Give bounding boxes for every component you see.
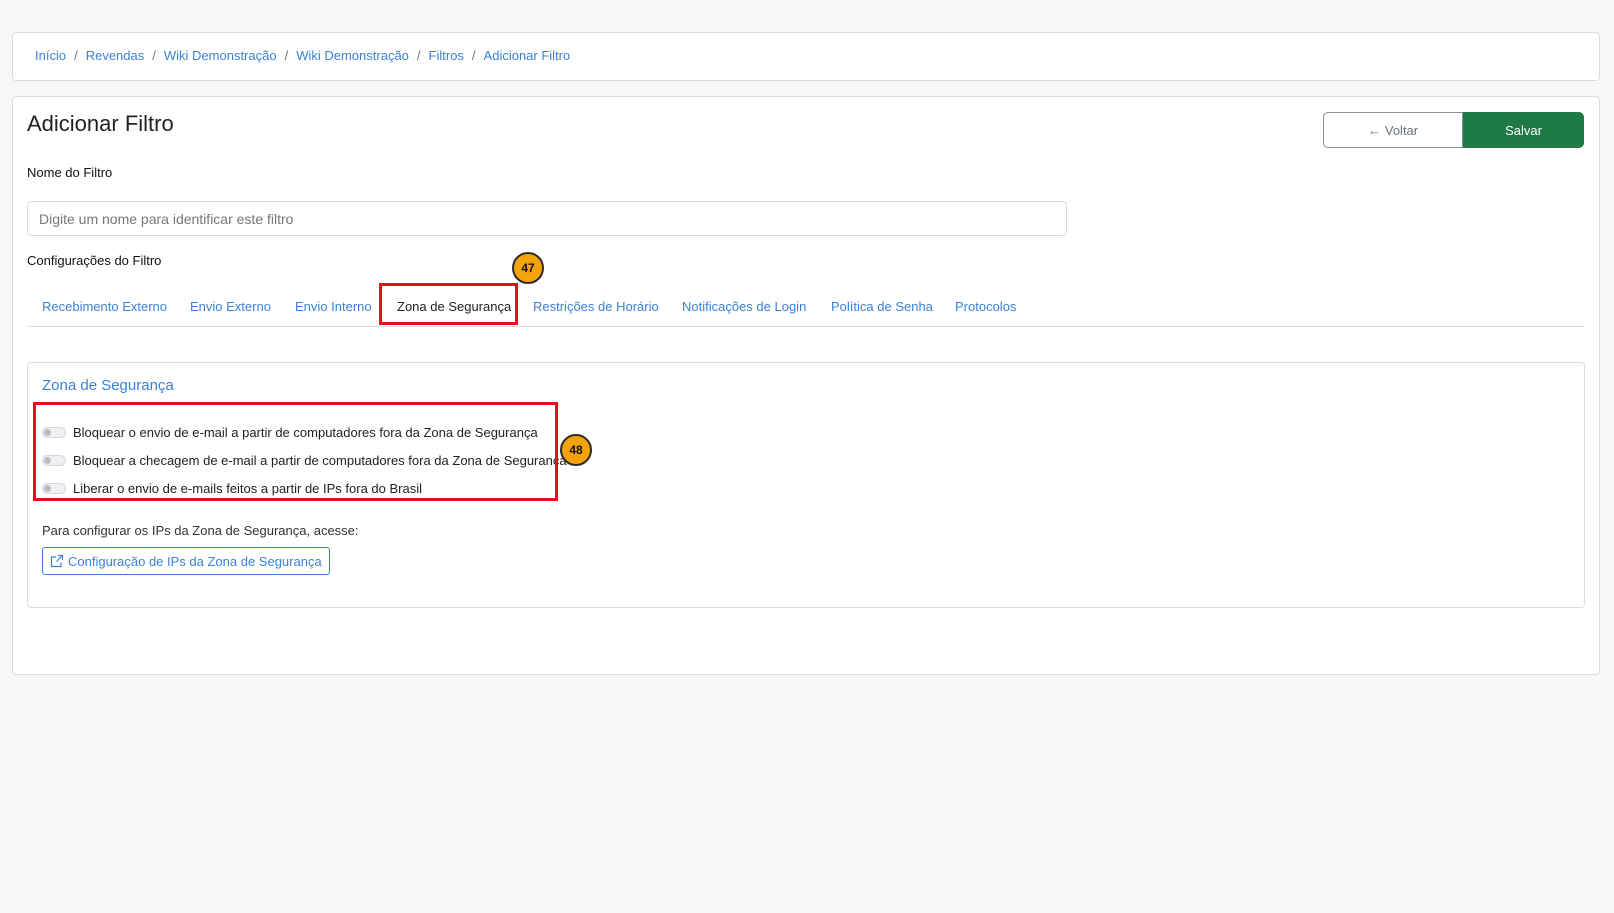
- breadcrumb-item-adicionar-filtro[interactable]: Adicionar Filtro: [484, 48, 571, 63]
- back-button[interactable]: ← Voltar: [1323, 112, 1463, 148]
- security-zone-ips-link-label: Configuração de IPs da Zona de Segurança: [68, 553, 322, 569]
- breadcrumb-item-wiki-2[interactable]: Wiki Demonstração: [296, 48, 409, 63]
- arrow-left-icon: ←: [1367, 122, 1381, 138]
- security-zone-ips-link[interactable]: Configuração de IPs da Zona de Segurança: [42, 547, 330, 575]
- annotation-badge-48: 48: [560, 434, 592, 466]
- tab-recebimento-externo[interactable]: Recebimento Externo: [42, 299, 167, 314]
- breadcrumb-item-revendas[interactable]: Revendas: [86, 48, 145, 63]
- tab-envio-interno[interactable]: Envio Interno: [295, 299, 372, 314]
- filter-tabs: Recebimento Externo Envio Externo Envio …: [27, 287, 1585, 327]
- breadcrumb: Início / Revendas / Wiki Demonstração / Wiki D…: [35, 48, 570, 63]
- breadcrumb-separator: /: [152, 48, 156, 63]
- security-zone-note: Para configurar os IPs da Zona de Segura…: [42, 523, 359, 538]
- save-button[interactable]: Salvar: [1463, 112, 1584, 148]
- tab-notificacoes-de-login[interactable]: Notificações de Login: [682, 299, 806, 314]
- active-tab-highlight: [379, 283, 518, 325]
- back-button-label: Voltar: [1384, 122, 1419, 138]
- tab-envio-externo[interactable]: Envio Externo: [190, 299, 271, 314]
- breadcrumb-item-filtros[interactable]: Filtros: [429, 48, 464, 63]
- tab-protocolos[interactable]: Protocolos: [955, 299, 1016, 314]
- external-link-icon: [50, 554, 64, 568]
- breadcrumb-separator: /: [284, 48, 289, 63]
- breadcrumb-item-inicio[interactable]: Início: [35, 48, 66, 63]
- breadcrumb-separator: /: [471, 48, 476, 63]
- tab-restricoes-de-horario[interactable]: Restrições de Horário: [533, 299, 659, 314]
- page-title: Adicionar Filtro: [27, 111, 174, 136]
- main-card: Adicionar Filtro ← Voltar Salvar Nome do…: [12, 96, 1600, 675]
- annotation-badge-47: 47: [512, 252, 544, 284]
- filter-name-input[interactable]: [27, 201, 1067, 236]
- filter-config-label: Configurações do Filtro: [27, 253, 162, 268]
- breadcrumb-separator: /: [74, 48, 78, 63]
- tab-politica-de-senha[interactable]: Política de Senha: [831, 299, 933, 314]
- breadcrumb-item-wiki-1[interactable]: Wiki Demonstração: [164, 48, 277, 63]
- filter-name-label: Nome do Filtro: [27, 165, 113, 180]
- options-highlight: [33, 402, 558, 501]
- breadcrumb-separator: /: [416, 48, 421, 63]
- breadcrumb-card: Início / Revendas / Wiki Demonstração / Wiki D…: [12, 32, 1600, 81]
- security-zone-title: Zona de Segurança: [42, 377, 174, 394]
